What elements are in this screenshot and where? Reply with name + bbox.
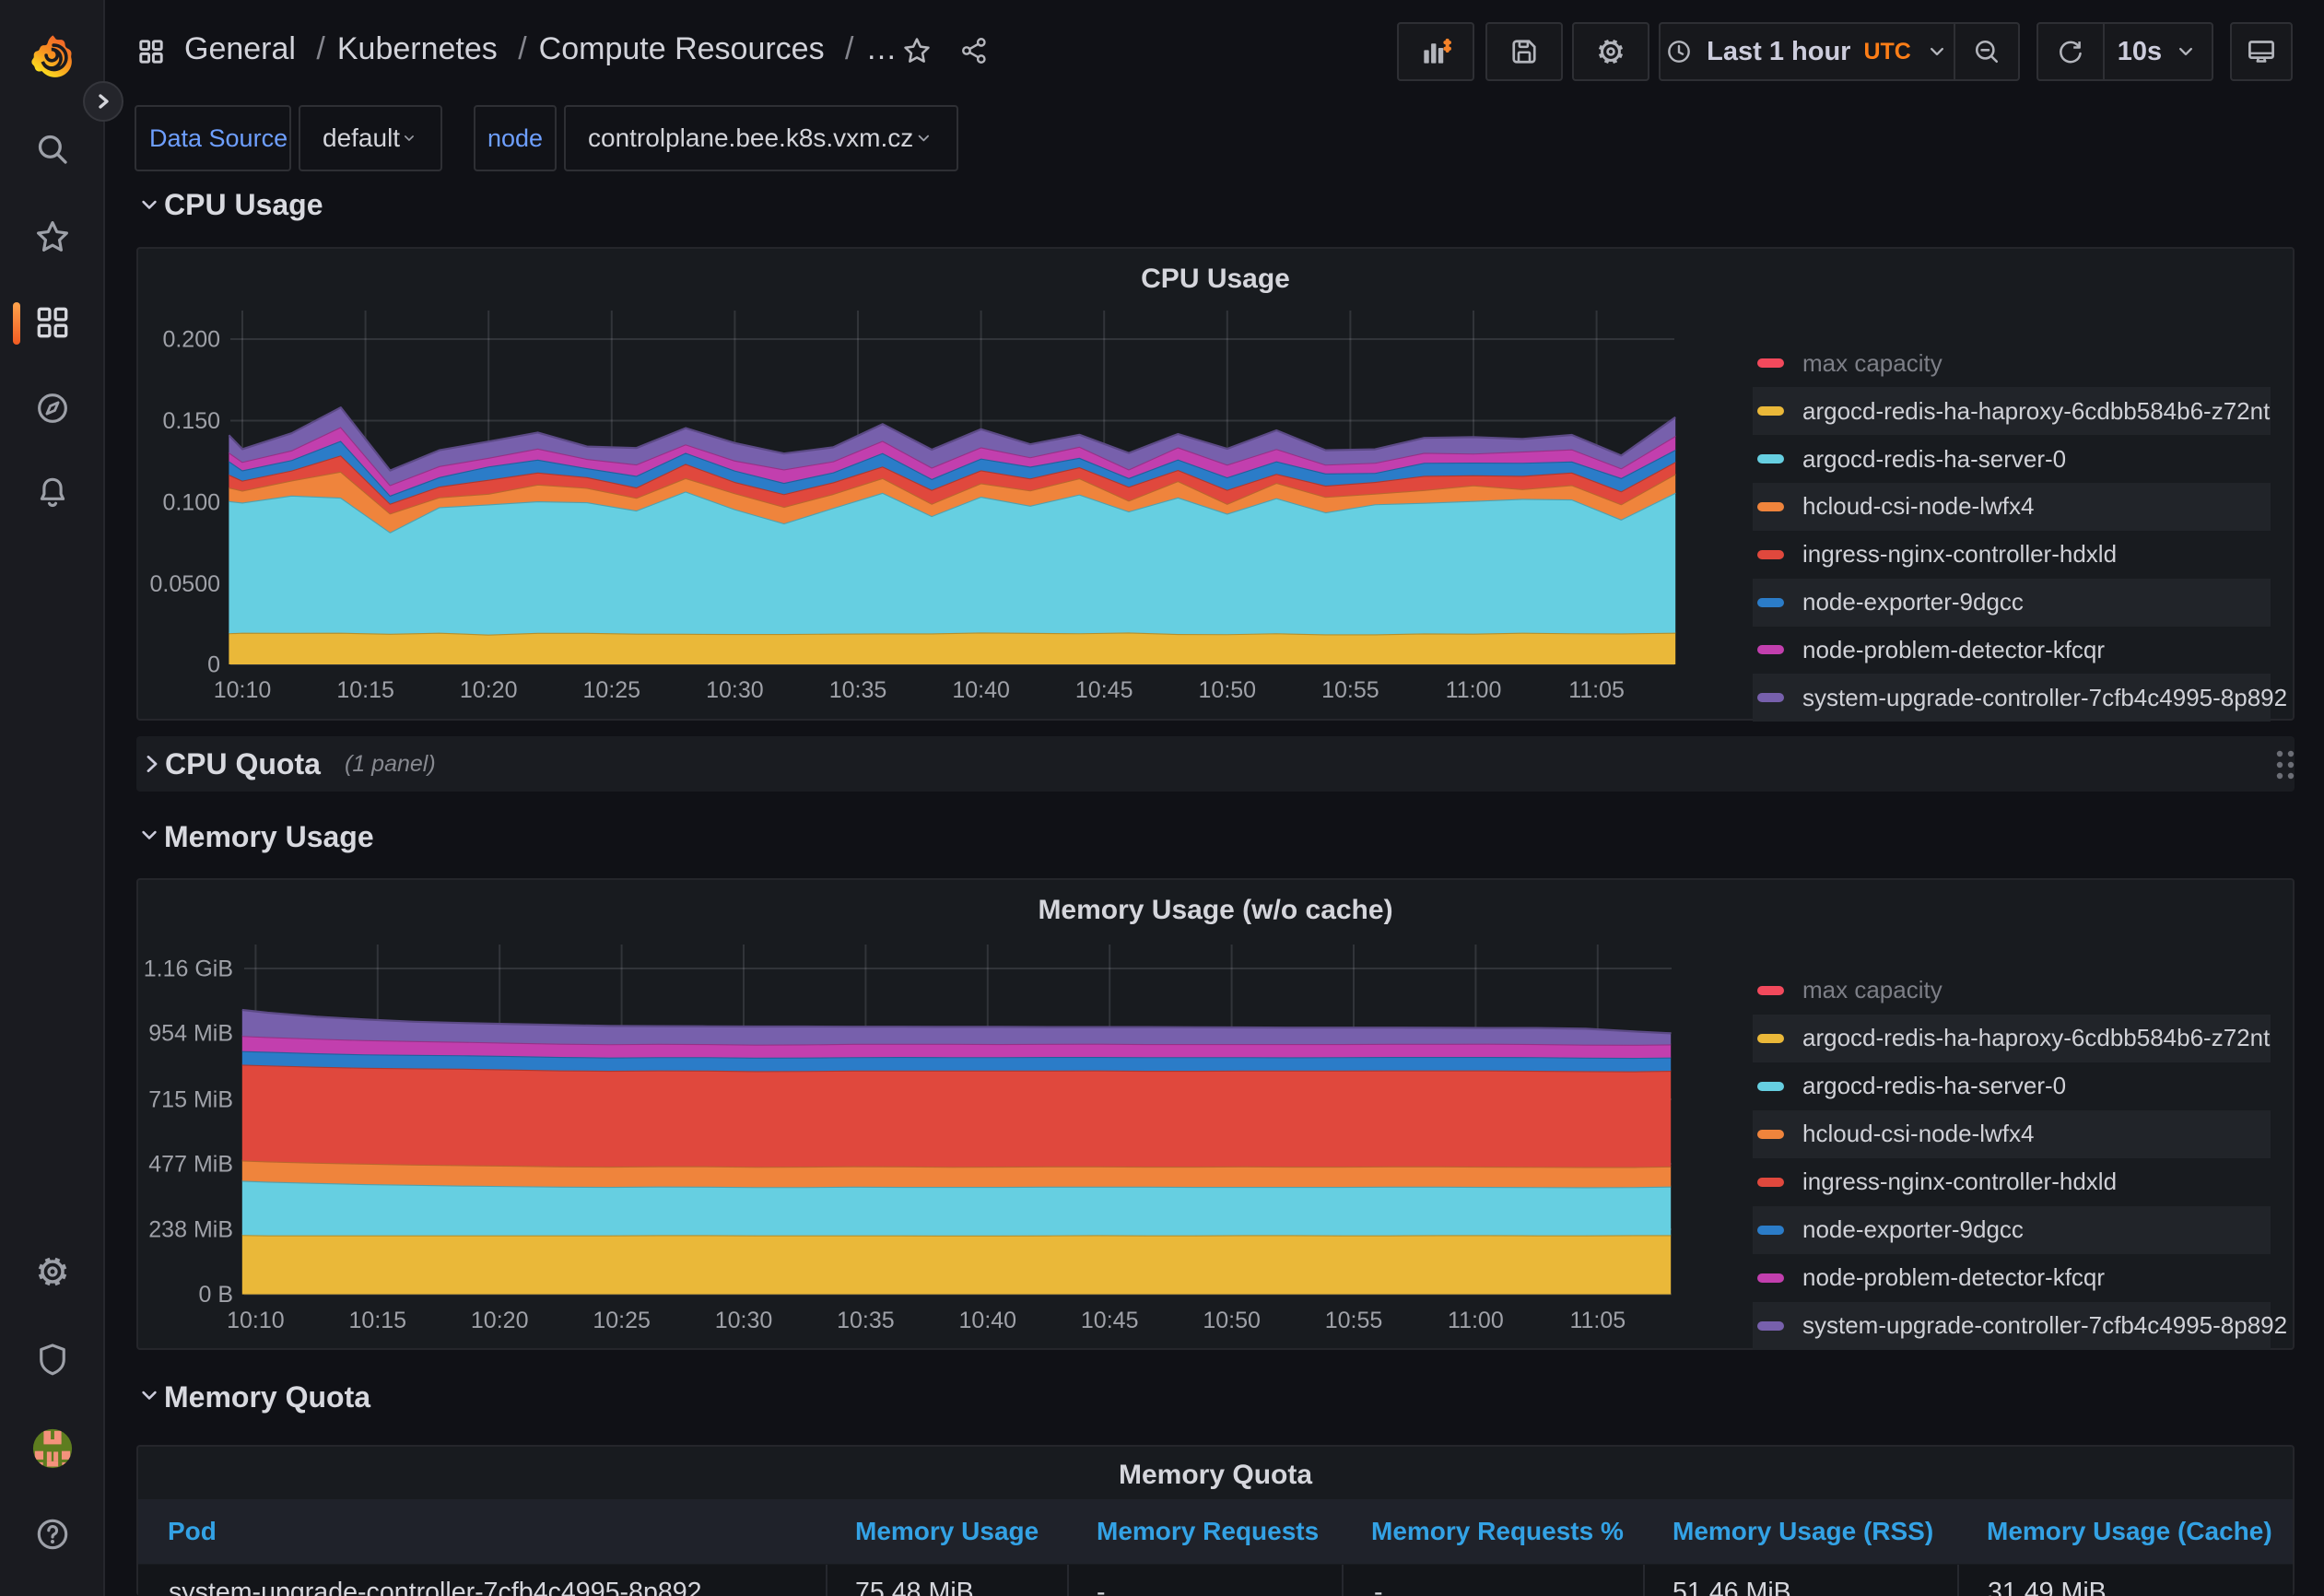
svg-text:10:35: 10:35 xyxy=(837,1308,895,1333)
svg-text:1.16 GiB: 1.16 GiB xyxy=(144,956,233,982)
svg-text:10:15: 10:15 xyxy=(336,677,394,703)
svg-text:954 MiB: 954 MiB xyxy=(148,1021,233,1047)
svg-text:0.0500: 0.0500 xyxy=(150,571,220,597)
svg-text:0 B: 0 B xyxy=(198,1282,233,1308)
svg-text:11:05: 11:05 xyxy=(1569,1308,1626,1333)
svg-text:10:10: 10:10 xyxy=(227,1308,285,1333)
svg-text:10:20: 10:20 xyxy=(471,1308,529,1333)
svg-text:715 MiB: 715 MiB xyxy=(148,1087,233,1113)
svg-text:0.100: 0.100 xyxy=(162,490,220,516)
svg-text:11:00: 11:00 xyxy=(1446,677,1502,703)
svg-text:10:15: 10:15 xyxy=(349,1308,407,1333)
svg-text:0.200: 0.200 xyxy=(162,327,220,353)
svg-text:10:55: 10:55 xyxy=(1325,1308,1383,1333)
svg-text:11:05: 11:05 xyxy=(1568,677,1625,703)
svg-text:10:25: 10:25 xyxy=(583,677,641,703)
svg-text:10:10: 10:10 xyxy=(214,677,272,703)
svg-text:238 MiB: 238 MiB xyxy=(148,1217,233,1243)
svg-text:10:40: 10:40 xyxy=(952,677,1010,703)
svg-text:10:50: 10:50 xyxy=(1203,1308,1261,1333)
svg-text:10:45: 10:45 xyxy=(1081,1308,1139,1333)
svg-text:10:35: 10:35 xyxy=(829,677,887,703)
svg-text:0: 0 xyxy=(207,652,220,678)
svg-text:10:30: 10:30 xyxy=(706,677,764,703)
svg-text:0.150: 0.150 xyxy=(162,408,220,434)
svg-text:10:55: 10:55 xyxy=(1321,677,1379,703)
svg-text:477 MiB: 477 MiB xyxy=(148,1152,233,1178)
svg-text:10:25: 10:25 xyxy=(593,1308,651,1333)
svg-text:10:30: 10:30 xyxy=(715,1308,773,1333)
svg-text:10:40: 10:40 xyxy=(959,1308,1017,1333)
svg-text:10:20: 10:20 xyxy=(460,677,518,703)
svg-text:11:00: 11:00 xyxy=(1448,1308,1504,1333)
svg-text:10:45: 10:45 xyxy=(1075,677,1133,703)
svg-text:10:50: 10:50 xyxy=(1199,677,1257,703)
